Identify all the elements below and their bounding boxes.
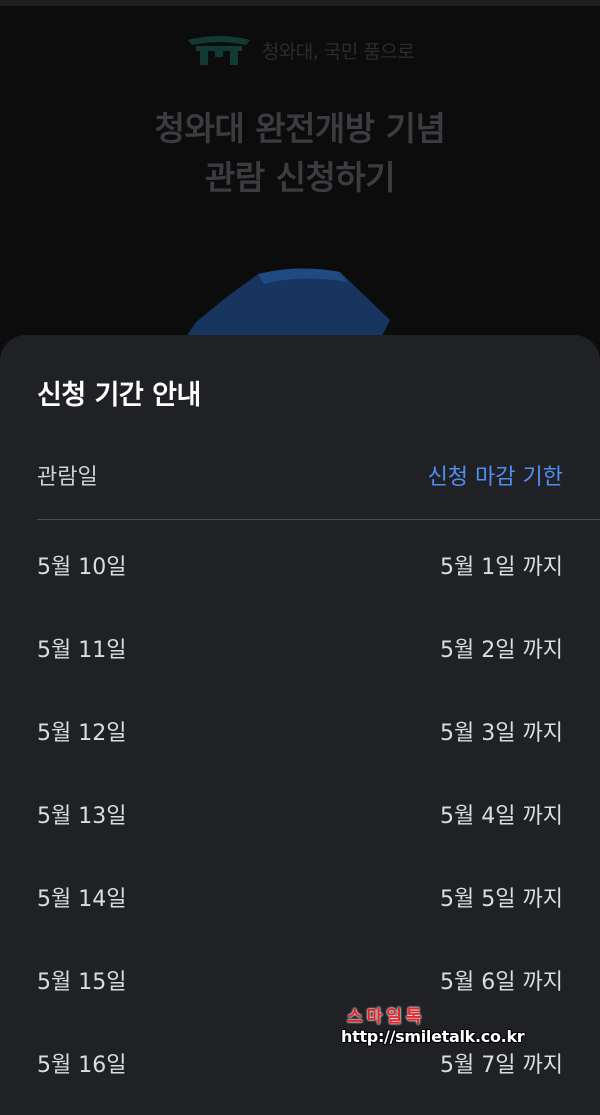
background-title-line: 청와대 완전개방 기념 — [154, 109, 446, 148]
sheet-title: 신청 기간 안내 — [37, 380, 201, 411]
watermark-url: http://smiletalk.co.kr — [341, 1027, 525, 1046]
cheongwadae-logo-icon — [187, 36, 250, 65]
list-item: 5월 14일 5월 5일 까지 — [37, 855, 563, 938]
deadline: 5월 5일 까지 — [440, 886, 563, 912]
list-item: 5월 13일 5월 4일 까지 — [37, 772, 563, 855]
list-item: 5월 12일 5월 3일 까지 — [37, 689, 563, 772]
deadline: 5월 4일 까지 — [440, 803, 563, 829]
bottom-sheet: 신청 기간 안내 관람일 신청 마감 기한 5월 10일 5월 1일 까지 5월… — [0, 335, 600, 1115]
visit-date: 5월 12일 — [37, 720, 127, 746]
background-title: 청와대 완전개방 기념 관람 신청하기 — [0, 104, 600, 202]
background-logo-text: 청와대, 국민 품으로 — [261, 40, 415, 63]
deadline: 5월 3일 까지 — [440, 720, 563, 746]
deadline: 5월 2일 까지 — [440, 637, 563, 663]
list-item: 5월 10일 5월 1일 까지 — [37, 523, 563, 606]
column-header-visit-date: 관람일 — [37, 465, 98, 490]
visit-date: 5월 15일 — [37, 969, 127, 995]
deadline: 5월 7일 까지 — [440, 1052, 563, 1078]
column-header-deadline: 신청 마감 기한 — [427, 465, 563, 490]
deadline: 5월 6일 까지 — [440, 969, 563, 995]
visit-date: 5월 13일 — [37, 803, 127, 829]
blue-house-roof-illustration — [184, 268, 390, 340]
background-title-line: 관람 신청하기 — [204, 158, 396, 197]
divider — [37, 519, 600, 520]
visit-date: 5월 16일 — [37, 1052, 127, 1078]
list-header: 관람일 신청 마감 기한 — [37, 459, 563, 491]
list-item: 5월 11일 5월 2일 까지 — [37, 606, 563, 689]
status-bar — [0, 0, 600, 6]
visit-date: 5월 14일 — [37, 886, 127, 912]
deadline: 5월 1일 까지 — [440, 554, 563, 580]
watermark: 스마일톡 http://smiletalk.co.kr — [341, 1002, 525, 1046]
background-logo: 청와대, 국민 품으로 — [0, 34, 600, 66]
visit-date: 5월 11일 — [37, 637, 127, 663]
visit-date: 5월 10일 — [37, 554, 127, 580]
watermark-brand: 스마일톡 — [347, 1007, 426, 1027]
